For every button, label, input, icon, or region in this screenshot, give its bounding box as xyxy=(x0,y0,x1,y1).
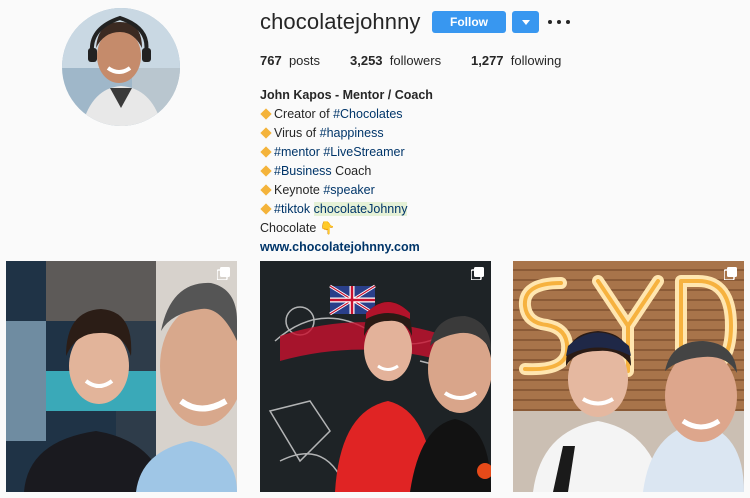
diamond-icon xyxy=(260,146,272,158)
bio-line: Chocolate 👇 xyxy=(260,221,336,235)
post-photo xyxy=(513,261,744,492)
profile-stats: 767 posts 3,253 followers 1,277 followin… xyxy=(260,53,561,68)
bio-line: Creator of #Chocolates xyxy=(260,105,433,124)
diamond-icon xyxy=(260,127,272,139)
hashtag-link[interactable]: #LiveStreamer xyxy=(323,145,404,159)
post-thumbnail[interactable] xyxy=(513,261,744,492)
dot xyxy=(557,20,561,24)
hashtag-link[interactable]: #happiness xyxy=(320,126,384,140)
followers-number: 3,253 xyxy=(350,53,383,68)
posts-count: 767 posts xyxy=(260,53,350,68)
bio-line: Virus of #happiness xyxy=(260,124,433,143)
post-photo xyxy=(6,261,237,492)
diamond-icon xyxy=(260,108,272,120)
following-label: following xyxy=(510,53,562,68)
following-link[interactable]: 1,277 following xyxy=(471,53,561,68)
diamond-icon xyxy=(260,184,272,196)
website-link[interactable]: www.chocolatejohnny.com xyxy=(260,238,433,257)
dot xyxy=(548,20,552,24)
post-photo xyxy=(260,261,491,492)
post-thumbnail[interactable] xyxy=(6,261,237,492)
suggestions-dropdown-button[interactable] xyxy=(512,11,539,33)
profile-avatar[interactable] xyxy=(62,8,180,126)
bio-line: #tiktok chocolateJohnny xyxy=(260,200,433,219)
bio-line: #mentor #LiveStreamer xyxy=(260,143,433,162)
bio-text: Coach xyxy=(331,164,372,178)
bio-text: Virus of xyxy=(274,126,320,140)
full-name: John Kapos - Mentor / Coach xyxy=(260,88,433,102)
multiple-photos-icon xyxy=(471,267,484,280)
followers-label: followers xyxy=(389,53,442,68)
hashtag-link[interactable]: #speaker xyxy=(323,183,374,197)
bio-text: Keynote xyxy=(274,183,324,197)
posts-label-text: posts xyxy=(288,53,321,68)
bio-line: #Business Coach xyxy=(260,162,433,181)
hashtag-link[interactable]: #mentor xyxy=(274,145,320,159)
dot xyxy=(566,20,570,24)
chevron-down-icon xyxy=(521,19,530,25)
diamond-icon xyxy=(260,203,272,215)
posts-number: 767 xyxy=(260,53,282,68)
followers-link[interactable]: 3,253 followers xyxy=(350,53,471,68)
hashtag-link[interactable]: #Chocolates xyxy=(333,107,403,121)
multiple-photos-icon xyxy=(724,267,737,280)
following-number: 1,277 xyxy=(471,53,504,68)
post-thumbnail[interactable] xyxy=(260,261,491,492)
hashtag-link[interactable]: #tiktok xyxy=(274,202,310,216)
bio-text: Creator of xyxy=(274,107,334,121)
more-options-icon[interactable] xyxy=(548,13,570,31)
diamond-icon xyxy=(260,165,272,177)
multiple-photos-icon xyxy=(217,267,230,280)
bio-line: Keynote #speaker xyxy=(260,181,433,200)
profile-bio: John Kapos - Mentor / Coach Creator of #… xyxy=(260,86,433,257)
mention-link[interactable]: chocolateJohnny xyxy=(313,202,408,216)
profile-username: chocolatejohnny xyxy=(260,9,421,34)
hashtag-link[interactable]: #Business xyxy=(274,164,332,178)
follow-button[interactable]: Follow xyxy=(432,11,506,33)
posts-grid xyxy=(6,261,744,493)
